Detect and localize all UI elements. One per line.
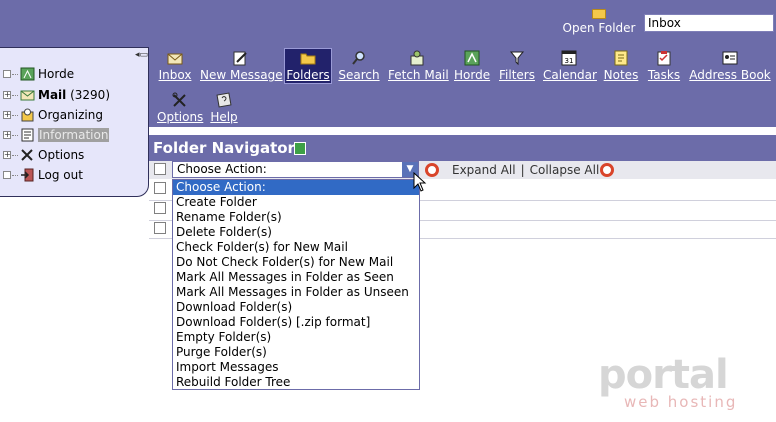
folder-icon bbox=[300, 53, 316, 65]
folder-row-checkbox[interactable] bbox=[154, 222, 166, 234]
mouse-cursor-icon bbox=[413, 172, 427, 192]
dropdown-option[interactable]: Download Folder(s) [.zip format] bbox=[173, 315, 419, 330]
sidebar-item-horde[interactable]: Horde bbox=[2, 65, 74, 83]
tree-expand-icon[interactable]: + bbox=[2, 110, 18, 120]
watermark-logo: portal web hosting bbox=[598, 352, 738, 411]
folder-navigator-header: Folder Navigator bbox=[149, 135, 776, 161]
open-folder-label: Open Folder bbox=[562, 21, 636, 35]
folder-row-checkbox[interactable] bbox=[154, 202, 166, 214]
tree-node-icon[interactable] bbox=[2, 69, 18, 79]
toolbar-filters[interactable]: Filters bbox=[498, 50, 536, 84]
tasks-icon bbox=[657, 51, 671, 66]
dropdown-option[interactable]: Do Not Check Folder(s) for New Mail bbox=[173, 255, 419, 270]
dropdown-option[interactable]: Mark All Messages in Folder as Unseen bbox=[173, 285, 419, 300]
toolbar-horde[interactable]: Horde bbox=[454, 50, 490, 84]
tools-icon bbox=[19, 148, 35, 162]
calendar-icon: 31 bbox=[561, 50, 577, 66]
envelope-icon bbox=[167, 53, 183, 65]
toolbar-address-book[interactable]: Address Book bbox=[689, 50, 771, 84]
help-lifebuoy-icon[interactable] bbox=[600, 163, 614, 177]
toolbar-notes[interactable]: Notes bbox=[603, 50, 639, 84]
dropdown-option[interactable]: Mark All Messages in Folder as Seen bbox=[173, 270, 419, 285]
expand-all-link[interactable]: Expand All bbox=[452, 163, 516, 177]
dropdown-option[interactable]: Rebuild Folder Tree bbox=[173, 375, 419, 390]
help-icon bbox=[216, 92, 232, 108]
tree-expand-icon[interactable]: + bbox=[2, 130, 18, 140]
page-title: Folder Navigator bbox=[153, 139, 295, 157]
toolbar-options[interactable]: Options bbox=[157, 92, 203, 126]
dropdown-option[interactable]: Import Messages bbox=[173, 360, 419, 375]
collapse-all-link[interactable]: Collapse All bbox=[530, 163, 600, 177]
address-book-icon bbox=[722, 51, 738, 65]
organizing-icon bbox=[19, 108, 35, 122]
dropdown-option[interactable]: Check Folder(s) for New Mail bbox=[173, 240, 419, 255]
toolbar-tasks[interactable]: Tasks bbox=[646, 50, 682, 84]
sidebar-item-mail[interactable]: + Mail (3290) bbox=[2, 86, 110, 104]
dropdown-option[interactable]: Delete Folder(s) bbox=[173, 225, 419, 240]
funnel-icon bbox=[509, 51, 525, 66]
toolbar-new-message[interactable]: New Message bbox=[200, 50, 283, 84]
open-folder-button[interactable]: Open Folder bbox=[562, 9, 636, 35]
tree-node-icon[interactable] bbox=[2, 170, 18, 180]
sidebar-item-logout[interactable]: Log out bbox=[2, 166, 83, 184]
help-lifebuoy-icon[interactable] bbox=[425, 163, 439, 177]
folder-row-checkbox[interactable] bbox=[154, 182, 166, 194]
dropdown-option[interactable]: Purge Folder(s) bbox=[173, 345, 419, 360]
dropdown-option[interactable]: Create Folder bbox=[173, 195, 419, 210]
svg-text:31: 31 bbox=[565, 57, 574, 65]
dropdown-option[interactable]: Choose Action: bbox=[173, 180, 419, 195]
logout-icon bbox=[19, 168, 35, 182]
mail-icon bbox=[19, 88, 35, 102]
tree-expand-icon[interactable]: + bbox=[2, 150, 18, 160]
sidebar-item-options[interactable]: + Options bbox=[2, 146, 84, 164]
information-icon bbox=[19, 128, 35, 142]
expand-collapse-links: Expand All | Collapse All bbox=[452, 163, 600, 177]
toolbar-search[interactable]: Search bbox=[338, 50, 380, 84]
toolbar-calendar[interactable]: 31 Calendar bbox=[543, 50, 597, 84]
folder-icon bbox=[592, 9, 606, 19]
horde-icon bbox=[464, 50, 480, 66]
fetch-mail-icon bbox=[410, 50, 424, 66]
folder-select[interactable]: Inbox bbox=[644, 14, 774, 32]
dropdown-option[interactable]: Rename Folder(s) bbox=[173, 210, 419, 225]
action-dropdown-list: Choose Action: Create Folder Rename Fold… bbox=[172, 179, 420, 390]
refresh-icon[interactable] bbox=[294, 142, 306, 155]
dropdown-option[interactable]: Download Folder(s) bbox=[173, 300, 419, 315]
toolbar-folders[interactable]: Folders bbox=[286, 50, 330, 84]
dropdown-option[interactable]: Empty Folder(s) bbox=[173, 330, 419, 345]
sidebar-item-organizing[interactable]: + Organizing bbox=[2, 106, 103, 124]
toolbar-inbox[interactable]: Inbox bbox=[158, 50, 192, 84]
note-icon bbox=[614, 50, 628, 66]
action-select[interactable]: Choose Action: ▼ bbox=[172, 161, 419, 178]
magnifier-icon bbox=[352, 51, 365, 65]
tree-expand-icon[interactable]: + bbox=[2, 90, 18, 100]
toolbar-fetch-mail[interactable]: Fetch Mail bbox=[388, 50, 449, 84]
compose-icon bbox=[233, 51, 247, 66]
sidebar-collapse-icon[interactable]: ◂▭ bbox=[135, 51, 148, 60]
select-all-checkbox[interactable] bbox=[154, 163, 166, 175]
toolbar-help[interactable]: Help bbox=[210, 92, 238, 126]
tools-icon bbox=[172, 92, 186, 107]
horde-icon bbox=[19, 67, 35, 81]
sidebar-item-information[interactable]: + Information bbox=[2, 126, 110, 144]
